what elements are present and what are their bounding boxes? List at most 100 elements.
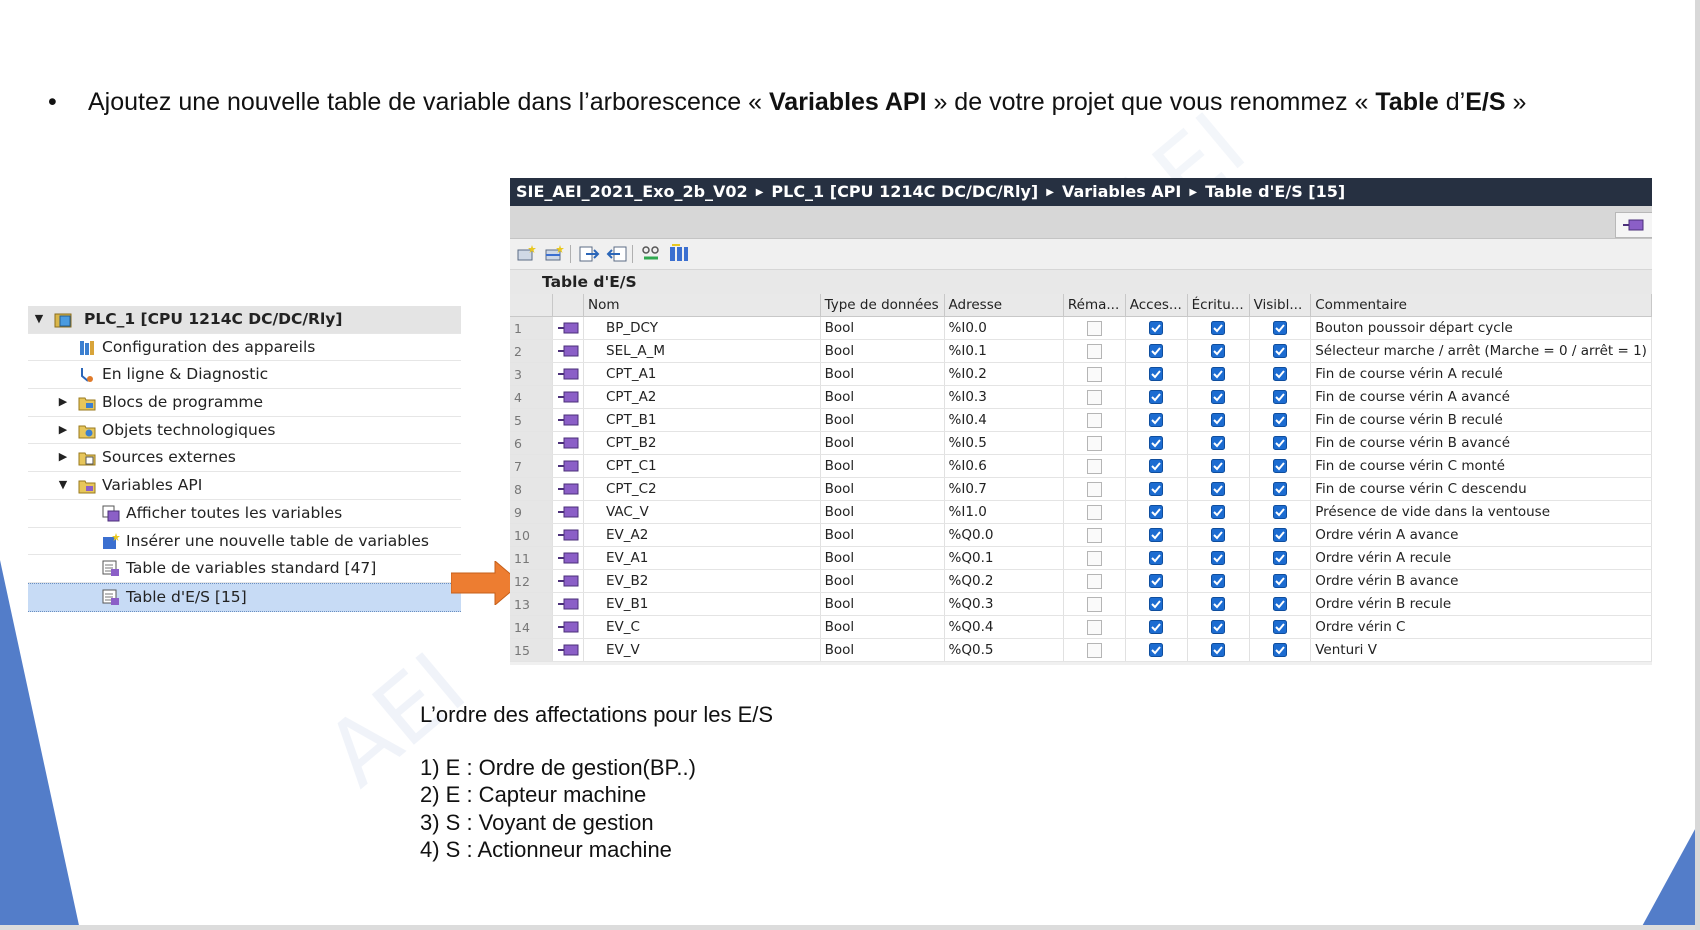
tree-item-device-config[interactable]: Configuration des appareils (28, 334, 461, 362)
row-index[interactable]: 10 (510, 523, 553, 547)
tag-comment[interactable]: Ordre vérin C (1310, 615, 1652, 639)
tag-name[interactable]: CPT_B2 (583, 431, 821, 455)
tree-item-online-diagnostic[interactable]: En ligne & Diagnostic (28, 361, 461, 390)
tree-item-show-all-tags[interactable]: Afficher toutes les variables (28, 500, 461, 528)
writable-cell[interactable] (1187, 362, 1250, 386)
tag-name[interactable]: CPT_C2 (583, 477, 821, 501)
tag-address[interactable]: %I0.4 (944, 408, 1064, 432)
writable-cell[interactable] (1187, 546, 1250, 570)
tag-data-type[interactable]: Bool (820, 592, 945, 616)
tag-address[interactable]: %I0.3 (944, 385, 1064, 409)
retain-checkbox[interactable] (1086, 320, 1102, 336)
accessible-checkbox[interactable] (1149, 528, 1164, 542)
tag-comment[interactable]: Ordre vérin A recule (1310, 546, 1652, 570)
tag-data-type[interactable]: Bool (820, 454, 945, 478)
tag-comment[interactable]: Venturi V (1310, 638, 1652, 662)
breadcrumb-item[interactable]: Table d'E/S [15] (1205, 182, 1345, 201)
row-index[interactable]: 7 (510, 454, 553, 478)
visible-checkbox[interactable] (1272, 574, 1287, 588)
table-row[interactable]: 12 EV_B2 Bool %Q0.2 Ordre vérin B avance (510, 569, 1652, 593)
tag-name[interactable]: EV_V (583, 638, 821, 662)
tag-address[interactable]: %I0.6 (944, 454, 1064, 478)
table-row[interactable]: 13 EV_B1 Bool %Q0.3 Ordre vérin B recule (510, 592, 1652, 616)
tag-name[interactable]: SEL_A_M (583, 339, 821, 363)
accessible-checkbox[interactable] (1149, 344, 1164, 358)
tag-data-type[interactable]: Bool (820, 408, 945, 432)
visible-checkbox[interactable] (1272, 344, 1287, 358)
tag-address[interactable]: %I0.0 (944, 316, 1064, 340)
retain-cell[interactable] (1063, 339, 1126, 363)
retain-cell[interactable] (1063, 569, 1126, 593)
tag-name[interactable]: EV_B1 (583, 592, 821, 616)
accessible-cell[interactable] (1125, 615, 1188, 639)
retain-checkbox[interactable] (1086, 550, 1102, 566)
writable-checkbox[interactable] (1211, 367, 1226, 381)
tag-name[interactable]: CPT_B1 (583, 408, 821, 432)
collapse-arrow-icon[interactable]: ▼ (56, 472, 70, 499)
retain-cell[interactable] (1063, 316, 1126, 340)
retain-cell[interactable] (1063, 546, 1126, 570)
accessible-cell[interactable] (1125, 339, 1188, 363)
retain-checkbox[interactable] (1086, 389, 1102, 405)
retain-checkbox[interactable] (1086, 619, 1102, 635)
tag-comment[interactable]: Sélecteur marche / arrêt (Marche = 0 / a… (1310, 339, 1652, 363)
column-header-address[interactable]: Adresse (944, 294, 1064, 317)
writable-cell[interactable] (1187, 615, 1250, 639)
visible-cell[interactable] (1249, 638, 1312, 662)
writable-cell[interactable] (1187, 385, 1250, 409)
accessible-checkbox[interactable] (1149, 367, 1164, 381)
row-index[interactable]: 4 (510, 385, 553, 409)
column-header-data-type[interactable]: Type de données (820, 294, 945, 317)
visible-cell[interactable] (1249, 592, 1312, 616)
accessible-cell[interactable] (1125, 592, 1188, 616)
writable-cell[interactable] (1187, 523, 1250, 547)
visible-cell[interactable] (1249, 569, 1312, 593)
visible-cell[interactable] (1249, 615, 1312, 639)
accessible-checkbox[interactable] (1149, 574, 1164, 588)
row-index[interactable]: 6 (510, 431, 553, 455)
tag-comment[interactable]: Fin de course vérin A reculé (1310, 362, 1652, 386)
visible-cell[interactable] (1249, 523, 1312, 547)
tag-data-type[interactable]: Bool (820, 569, 945, 593)
retain-checkbox[interactable] (1086, 596, 1102, 612)
table-row[interactable]: 14 EV_C Bool %Q0.4 Ordre vérin C (510, 615, 1652, 639)
table-row[interactable]: 6 CPT_B2 Bool %I0.5 Fin de course vérin B av… (510, 431, 1652, 455)
tag-comment[interactable]: Fin de course vérin B reculé (1310, 408, 1652, 432)
tag-data-type[interactable]: Bool (820, 339, 945, 363)
tag-name[interactable]: EV_B2 (583, 569, 821, 593)
import-icon[interactable] (606, 244, 628, 264)
tag-comment[interactable]: Présence de vide dans la ventouse (1310, 500, 1652, 524)
row-index[interactable]: 5 (510, 408, 553, 432)
writable-checkbox[interactable] (1211, 321, 1226, 335)
table-row[interactable]: 2 SEL_A_M Bool %I0.1 Sélecteur marche / arrê… (510, 339, 1652, 363)
tag-comment[interactable]: Fin de course vérin C descendu (1310, 477, 1652, 501)
settings-columns-icon[interactable] (668, 244, 690, 264)
retain-cell[interactable] (1063, 615, 1126, 639)
accessible-cell[interactable] (1125, 454, 1188, 478)
retain-checkbox[interactable] (1086, 343, 1102, 359)
tree-item-program-blocks[interactable]: ▶ Blocs de programme (28, 389, 461, 417)
writable-checkbox[interactable] (1211, 505, 1226, 519)
accessible-checkbox[interactable] (1149, 436, 1164, 450)
tag-address[interactable]: %I0.1 (944, 339, 1064, 363)
tag-address[interactable]: %Q0.3 (944, 592, 1064, 616)
writable-checkbox[interactable] (1211, 459, 1226, 473)
writable-cell[interactable] (1187, 454, 1250, 478)
accessible-checkbox[interactable] (1149, 505, 1164, 519)
row-index[interactable]: 3 (510, 362, 553, 386)
visible-cell[interactable] (1249, 431, 1312, 455)
writable-cell[interactable] (1187, 500, 1250, 524)
writable-checkbox[interactable] (1211, 390, 1226, 404)
tag-data-type[interactable]: Bool (820, 638, 945, 662)
tree-item-insert-tag-table[interactable]: Insérer une nouvelle table de variables (28, 528, 461, 556)
retain-checkbox[interactable] (1086, 435, 1102, 451)
row-index[interactable]: 1 (510, 316, 553, 340)
writable-checkbox[interactable] (1211, 551, 1226, 565)
accessible-checkbox[interactable] (1149, 643, 1164, 657)
visible-cell[interactable] (1249, 546, 1312, 570)
visible-checkbox[interactable] (1272, 459, 1287, 473)
accessible-cell[interactable] (1125, 638, 1188, 662)
accessible-cell[interactable] (1125, 500, 1188, 524)
tag-name[interactable]: VAC_V (583, 500, 821, 524)
visible-checkbox[interactable] (1272, 413, 1287, 427)
